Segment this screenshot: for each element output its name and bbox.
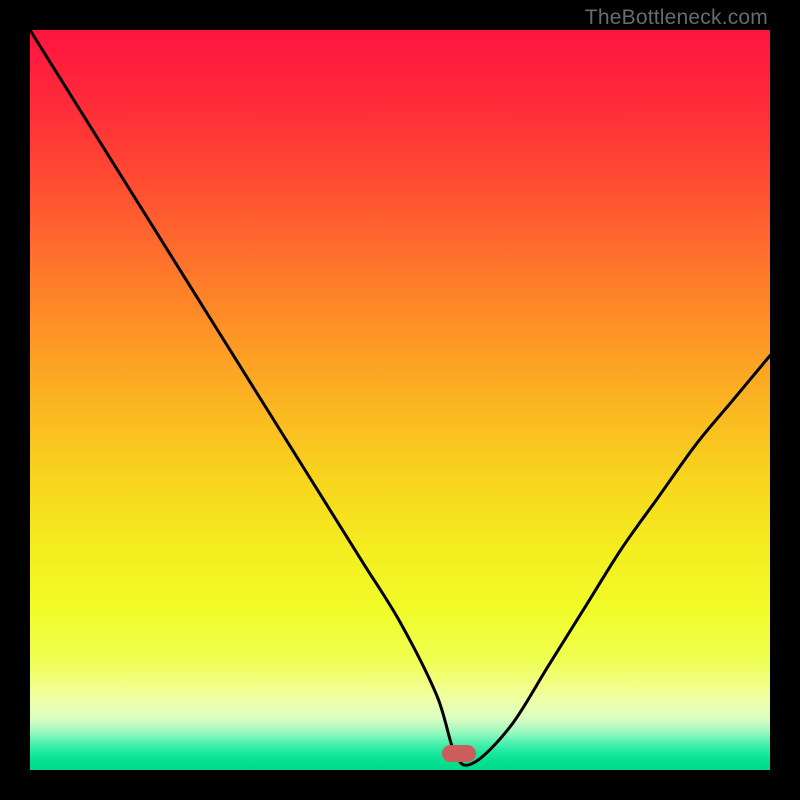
optimal-marker [442, 745, 476, 762]
chart-frame: TheBottleneck.com [0, 0, 800, 800]
bottleneck-curve [30, 30, 770, 770]
watermark-text: TheBottleneck.com [585, 6, 768, 30]
plot-area [30, 30, 770, 770]
